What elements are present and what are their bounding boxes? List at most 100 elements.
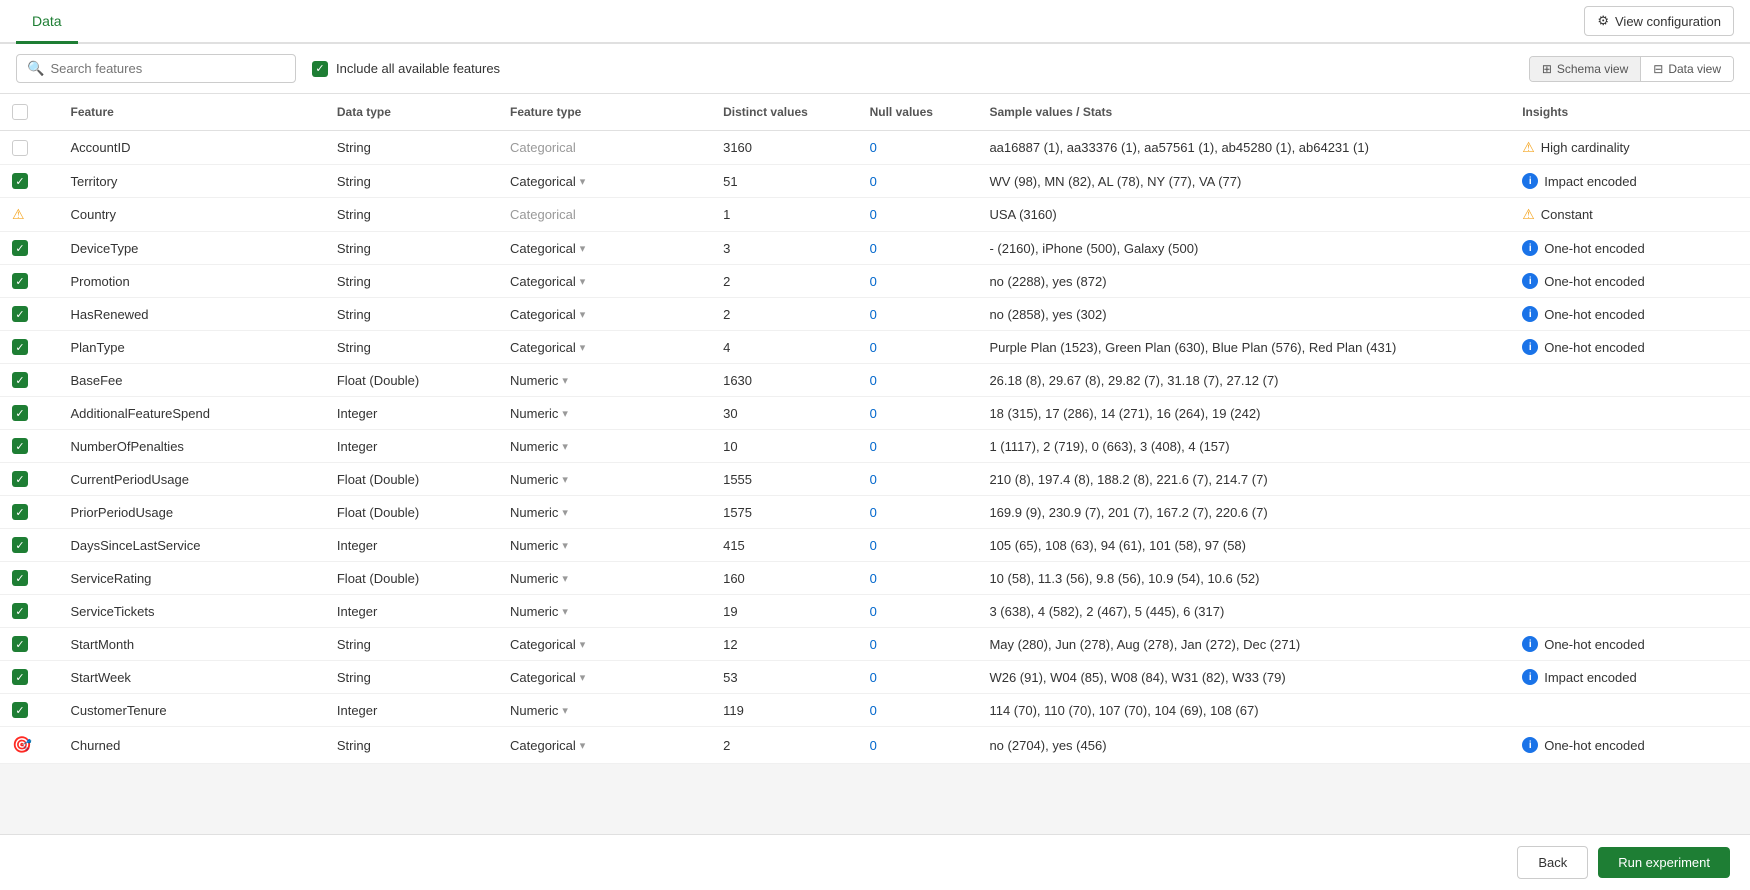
row-checkbox[interactable]: ✓ [12,173,28,189]
cell-feature: StartMonth [58,628,324,661]
include-features-checkbox[interactable]: ✓ [312,61,328,77]
tab-data[interactable]: Data [16,1,78,44]
chevron-icon: ▾ [580,341,586,354]
cell-featuretype: Categorical ▾ [498,661,711,694]
row-checkbox[interactable]: ✓ [12,339,28,355]
feature-type-label: Categorical [510,274,576,289]
cell-featuretype: Numeric ▾ [498,463,711,496]
row-checkbox[interactable]: ✓ [12,603,28,619]
feature-type-label: Numeric [510,406,558,421]
cell-sample: WV (98), MN (82), AL (78), NY (77), VA (… [977,165,1510,198]
cell-insights: ⚠ Constant [1510,198,1750,232]
back-button[interactable]: Back [1517,846,1588,879]
cell-feature: DeviceType [58,232,324,265]
table-row: ✓ DeviceType String Categorical ▾ 3 0 - … [0,232,1750,265]
cell-check: 🎯 [0,727,58,764]
cell-check: ✓ [0,628,58,661]
cell-insights: i One-hot encoded [1510,727,1750,764]
info-icon: i [1522,240,1538,256]
chevron-icon: ▾ [580,739,586,752]
null-value: 0 [870,670,877,685]
null-value: 0 [870,505,877,520]
row-checkbox[interactable] [12,140,28,156]
view-config-button[interactable]: ⚙ View configuration [1584,6,1734,36]
insight-cell: ⚠ Constant [1522,206,1738,223]
footer-bar: Back Run experiment [0,834,1750,890]
row-checkbox[interactable]: ✓ [12,273,28,289]
null-value: 0 [870,207,877,222]
chevron-icon: ▾ [562,473,568,486]
cell-null: 0 [858,430,978,463]
include-features-label: Include all available features [336,61,500,76]
schema-icon: ⊞ [1542,62,1552,76]
cell-distinct: 53 [711,661,858,694]
target-icon: 🎯 [12,737,32,754]
insight-label: One-hot encoded [1544,307,1644,322]
cell-feature: AccountID [58,131,324,165]
data-view-button[interactable]: ⊟ Data view [1641,57,1733,81]
row-checkbox[interactable]: ✓ [12,636,28,652]
feature-type-label: Categorical [510,738,576,753]
row-checkbox[interactable]: ✓ [12,570,28,586]
cell-check: ✓ [0,232,58,265]
cell-feature: HasRenewed [58,298,324,331]
row-checkbox[interactable]: ✓ [12,537,28,553]
col-header-insights: Insights [1510,94,1750,131]
cell-null: 0 [858,232,978,265]
cell-null: 0 [858,562,978,595]
row-checkbox[interactable]: ✓ [12,438,28,454]
cell-featuretype: Numeric ▾ [498,430,711,463]
row-checkbox[interactable]: ✓ [12,306,28,322]
cell-sample: 1 (1117), 2 (719), 0 (663), 3 (408), 4 (… [977,430,1510,463]
cell-sample: aa16887 (1), aa33376 (1), aa57561 (1), a… [977,131,1510,165]
row-checkbox[interactable]: ✓ [12,702,28,718]
row-checkbox[interactable]: ✓ [12,372,28,388]
cell-featuretype: Categorical ▾ [498,331,711,364]
cell-check [0,131,58,165]
chevron-icon: ▾ [562,440,568,453]
chevron-icon: ▾ [562,407,568,420]
row-checkbox[interactable]: ✓ [12,669,28,685]
cell-insights [1510,364,1750,397]
cell-distinct: 1630 [711,364,858,397]
run-experiment-button[interactable]: Run experiment [1598,847,1730,878]
cell-insights [1510,463,1750,496]
cell-feature: CurrentPeriodUsage [58,463,324,496]
null-value: 0 [870,472,877,487]
chevron-icon: ▾ [580,275,586,288]
cell-insights [1510,562,1750,595]
cell-check: ✓ [0,661,58,694]
cell-insights: ⚠ High cardinality [1510,131,1750,165]
row-checkbox[interactable]: ✓ [12,240,28,256]
info-icon: i [1522,636,1538,652]
schema-view-button[interactable]: ⊞ Schema view [1530,57,1641,81]
cell-sample: May (280), Jun (278), Aug (278), Jan (27… [977,628,1510,661]
cell-insights: i Impact encoded [1510,661,1750,694]
cell-sample: W26 (91), W04 (85), W08 (84), W31 (82), … [977,661,1510,694]
cell-check: ✓ [0,463,58,496]
chevron-icon: ▾ [580,638,586,651]
chevron-icon: ▾ [580,308,586,321]
null-value: 0 [870,439,877,454]
cell-null: 0 [858,131,978,165]
insight-cell: i One-hot encoded [1522,273,1738,289]
cell-feature: PlanType [58,331,324,364]
cell-insights [1510,496,1750,529]
row-checkbox[interactable]: ✓ [12,405,28,421]
insight-cell: i One-hot encoded [1522,737,1738,753]
select-all-checkbox[interactable] [12,104,28,120]
main-content: 🔍 ✓ Include all available features ⊞ Sch… [0,44,1750,820]
cell-check: ✓ [0,364,58,397]
cell-sample: 3 (638), 4 (582), 2 (467), 5 (445), 6 (3… [977,595,1510,628]
cell-distinct: 3160 [711,131,858,165]
row-checkbox[interactable]: ✓ [12,504,28,520]
info-icon: i [1522,669,1538,685]
row-checkbox[interactable]: ✓ [12,471,28,487]
include-features-toggle[interactable]: ✓ Include all available features [312,61,500,77]
cell-datatype: String [325,265,498,298]
col-header-sample: Sample values / Stats [977,94,1510,131]
null-value: 0 [870,140,877,155]
insight-label: One-hot encoded [1544,738,1644,753]
search-input[interactable] [50,61,285,76]
cell-datatype: String [325,661,498,694]
